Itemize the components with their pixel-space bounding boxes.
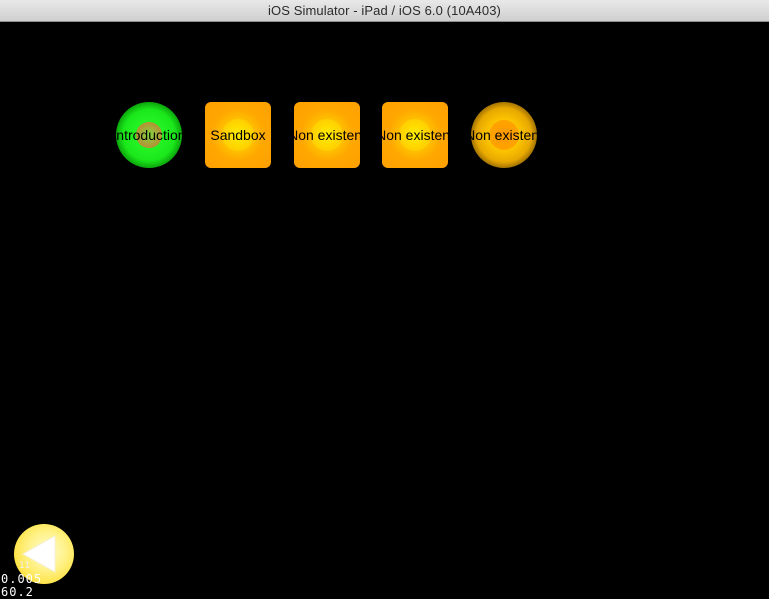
debug-object-count: 11 <box>19 561 30 571</box>
level-label: Non existent <box>471 127 537 143</box>
level-button-sandbox[interactable]: Sandbox <box>205 102 271 168</box>
debug-fps: 60.2 <box>1 585 34 599</box>
level-button-non-existent-3[interactable]: Non existent <box>471 102 537 168</box>
app-screen: Introduction Sandbox Non existent Non ex… <box>0 22 769 599</box>
level-button-introduction[interactable]: Introduction <box>116 102 182 168</box>
level-label: Introduction <box>116 127 182 143</box>
simulator-window: iOS Simulator - iPad / iOS 6.0 (10A403) … <box>0 0 769 599</box>
level-button-non-existent-2[interactable]: Non existent <box>382 102 448 168</box>
level-label: Non existent <box>294 127 360 143</box>
title-bar: iOS Simulator - iPad / iOS 6.0 (10A403) <box>0 0 769 22</box>
level-label: Sandbox <box>210 127 266 143</box>
level-button-non-existent-1[interactable]: Non existent <box>294 102 360 168</box>
window-title: iOS Simulator - iPad / iOS 6.0 (10A403) <box>268 3 501 18</box>
debug-frame-time: 0.005 <box>1 572 43 586</box>
level-label: Non existent <box>382 127 448 143</box>
